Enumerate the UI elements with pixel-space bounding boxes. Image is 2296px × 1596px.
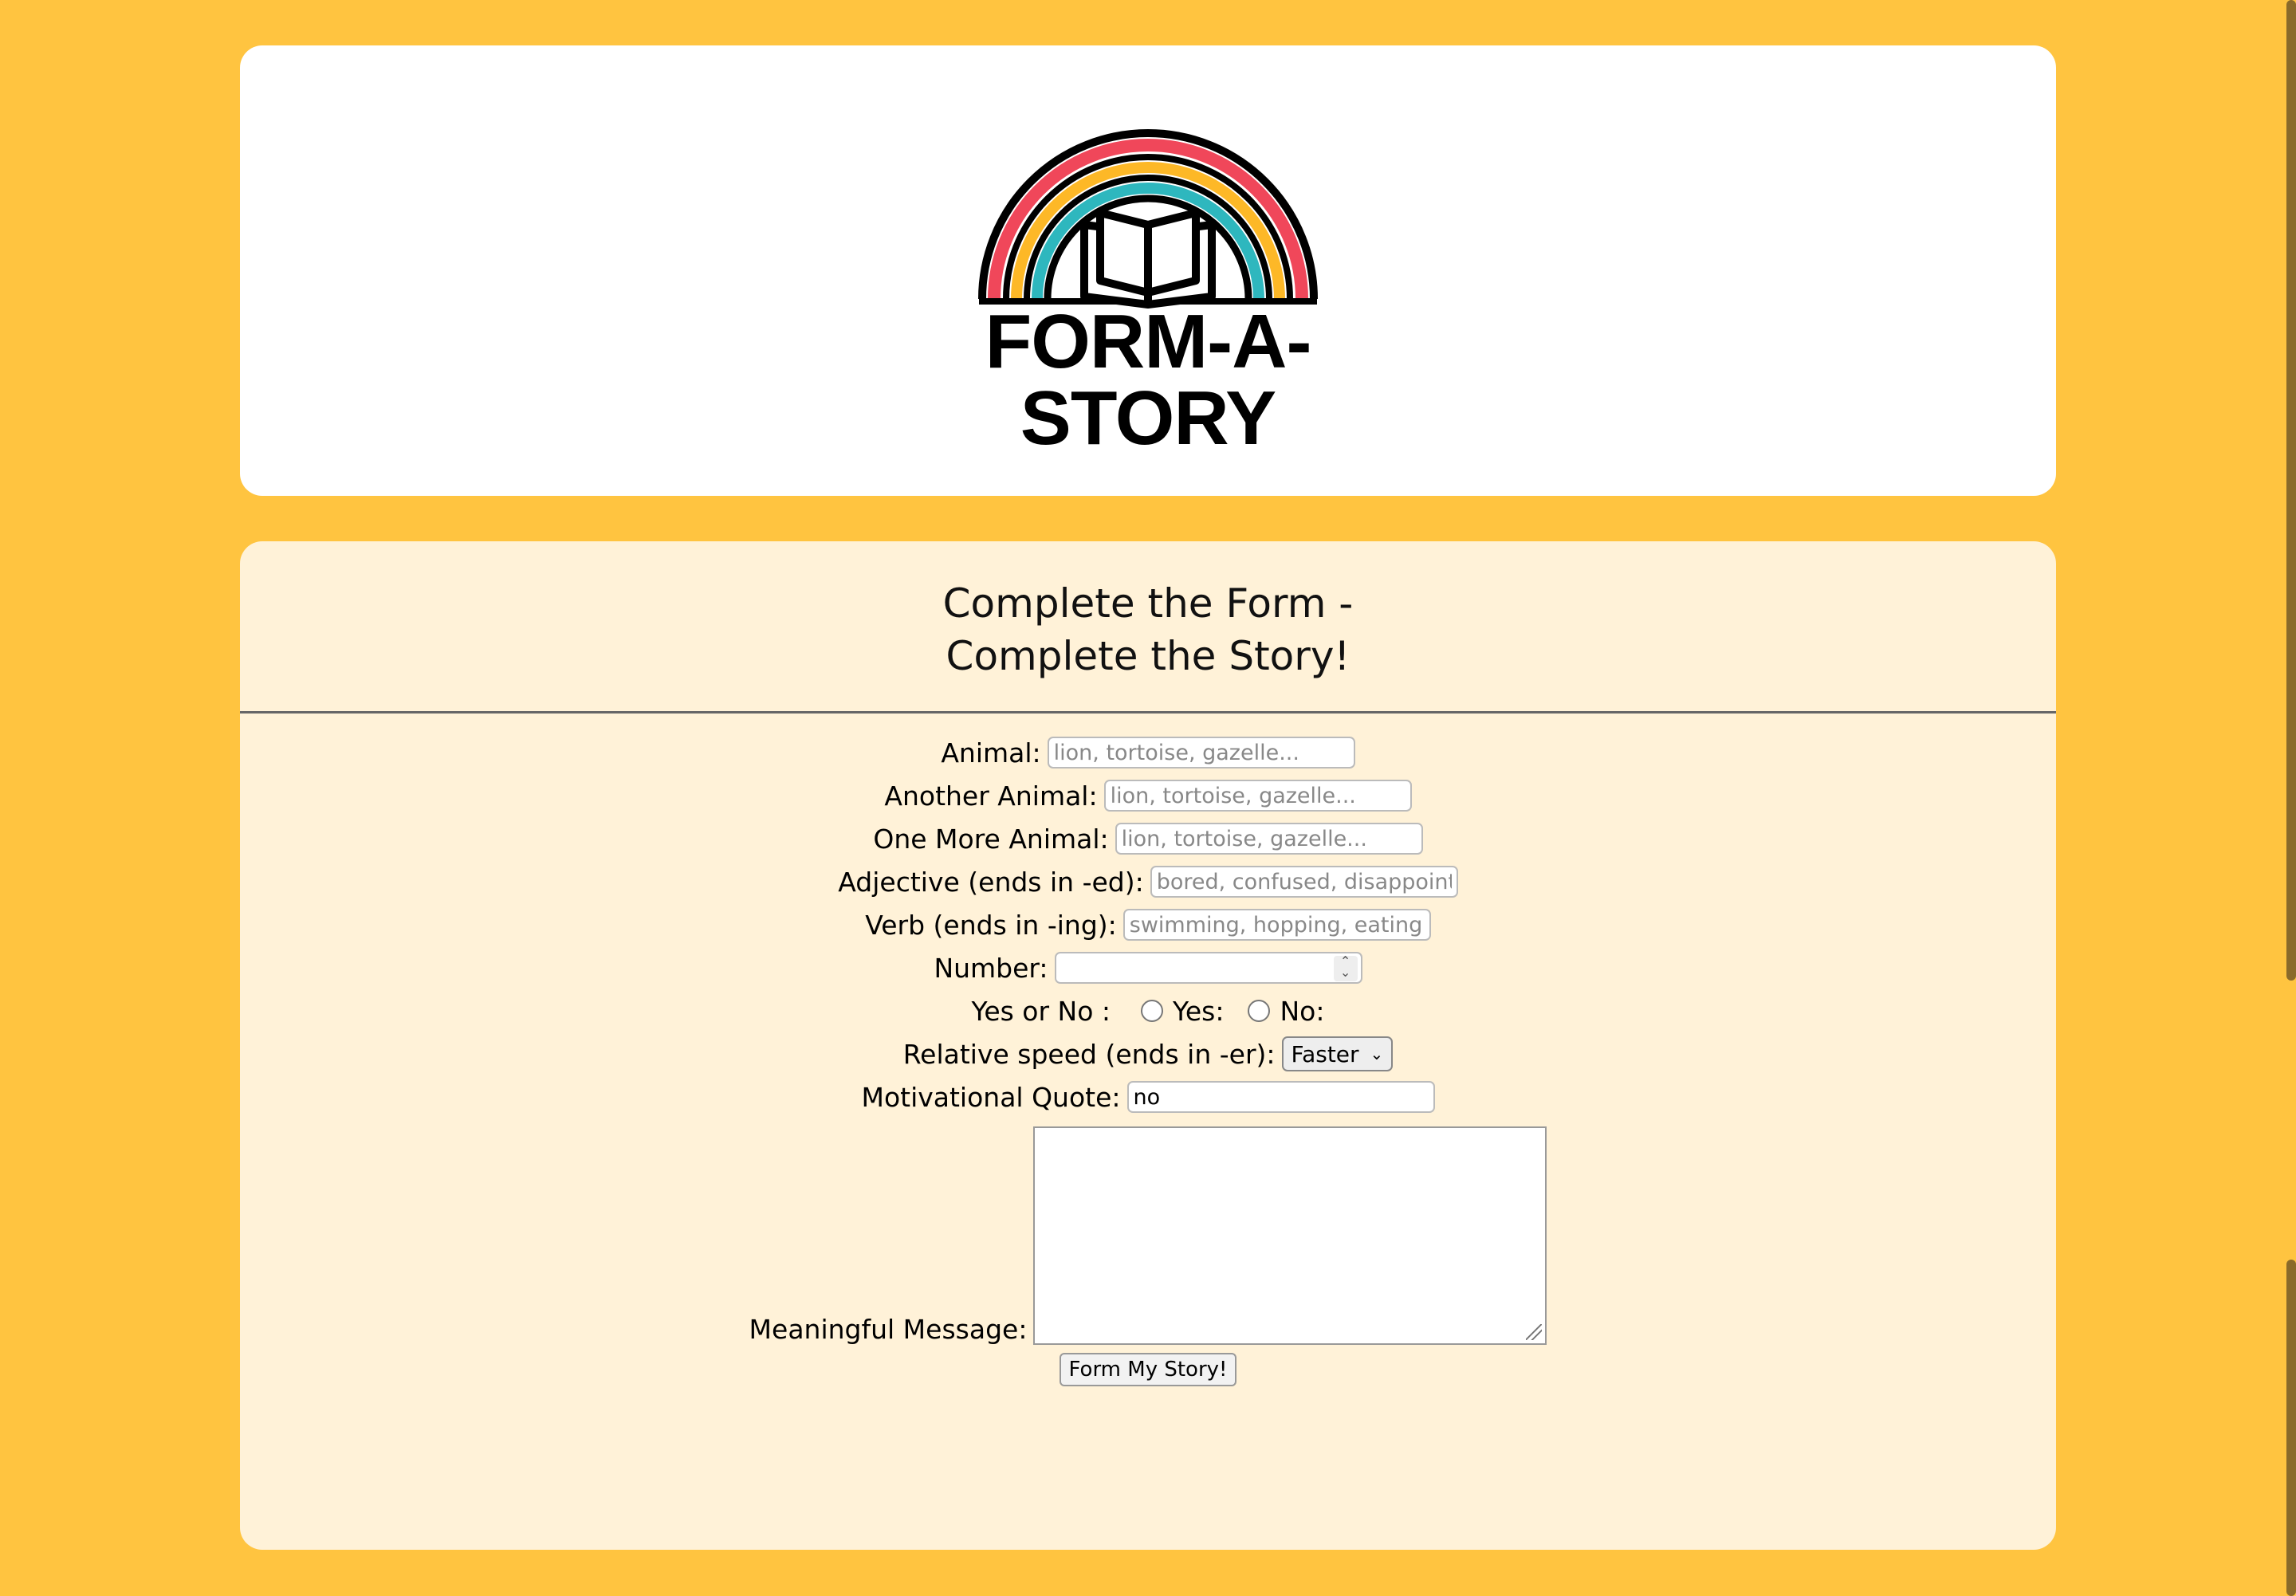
form-fields: Animal: Another Animal: One More Animal:… [240, 731, 2056, 1386]
logo-text: FORM-A-STORY [985, 299, 1312, 461]
row-yes-no: Yes or No : Yes: No: [240, 989, 2056, 1032]
yes-no-label: Yes or No : [971, 995, 1111, 1027]
row-verb: Verb (ends in -ing): [240, 903, 2056, 946]
motivational-quote-input[interactable] [1126, 1081, 1435, 1113]
animal-input[interactable] [1047, 737, 1355, 769]
no-radio-label: No: [1280, 995, 1325, 1027]
another-animal-input[interactable] [1103, 780, 1412, 812]
row-motivational-quote: Motivational Quote: [240, 1075, 2056, 1118]
header-card: FORM-A-STORY [240, 45, 2056, 496]
row-adjective: Adjective (ends in -ed): [240, 860, 2056, 903]
number-stepper-icon[interactable]: ⌃ ⌄ [1333, 955, 1358, 981]
animal-label: Animal: [941, 737, 1041, 769]
verb-input[interactable] [1122, 909, 1431, 941]
form-title-line1: Complete the Form - [942, 580, 1354, 627]
row-relative-speed: Relative speed (ends in -er): Faster ⌄ [240, 1032, 2056, 1075]
submit-row: Form My Story! [240, 1353, 2056, 1386]
relative-speed-selected: Faster [1291, 1040, 1359, 1067]
resize-handle-icon[interactable] [1526, 1324, 1543, 1340]
motivational-quote-label: Motivational Quote: [861, 1081, 1121, 1113]
verb-label: Verb (ends in -ing): [865, 909, 1117, 941]
row-number: Number: ⌃ ⌄ [240, 946, 2056, 989]
divider [240, 711, 2056, 713]
chevron-down-icon: ⌄ [1370, 1044, 1384, 1063]
scrollbar-thumb-lower[interactable] [2286, 1260, 2296, 1596]
form-title: Complete the Form - Complete the Story! [240, 577, 2056, 682]
logo: FORM-A-STORY [869, 125, 1427, 457]
form-my-story-button[interactable]: Form My Story! [1059, 1353, 1237, 1386]
yes-radio-label: Yes: [1173, 995, 1225, 1027]
adjective-label: Adjective (ends in -ed): [838, 866, 1144, 898]
row-animal: Animal: [240, 731, 2056, 774]
row-another-animal: Another Animal: [240, 774, 2056, 817]
meaningful-message-textarea[interactable] [1033, 1126, 1547, 1345]
relative-speed-select[interactable]: Faster ⌄ [1281, 1036, 1394, 1071]
relative-speed-label: Relative speed (ends in -er): [902, 1038, 1276, 1070]
story-form-card: Complete the Form - Complete the Story! … [240, 541, 2056, 1550]
no-radio[interactable] [1248, 1000, 1271, 1022]
rainbow-book-logo-icon [978, 129, 1318, 309]
adjective-input[interactable] [1150, 866, 1458, 898]
row-meaningful-message: Meaningful Message: [240, 1122, 2056, 1345]
one-more-animal-input[interactable] [1115, 823, 1423, 855]
yes-radio[interactable] [1141, 1000, 1164, 1022]
number-label: Number: [934, 952, 1048, 984]
scrollbar[interactable] [2285, 0, 2296, 1596]
number-input[interactable]: ⌃ ⌄ [1054, 952, 1362, 984]
row-one-more-animal: One More Animal: [240, 817, 2056, 860]
one-more-animal-label: One More Animal: [873, 823, 1109, 855]
meaningful-message-label: Meaningful Message: [749, 1314, 1028, 1345]
another-animal-label: Another Animal: [884, 780, 1098, 812]
form-title-line2: Complete the Story! [946, 633, 1350, 679]
scrollbar-thumb[interactable] [2286, 0, 2296, 981]
